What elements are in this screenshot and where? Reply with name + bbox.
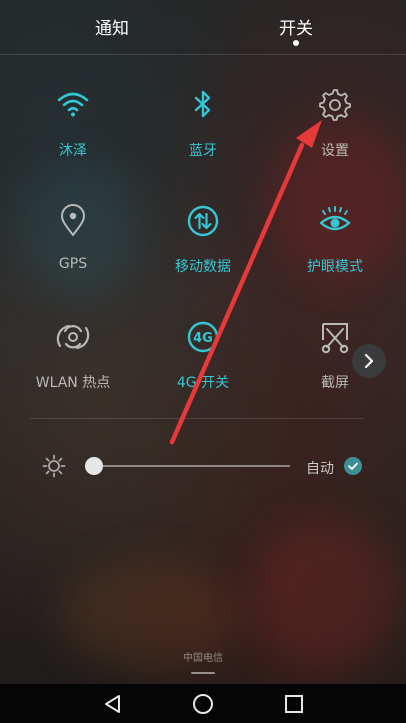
brightness-slider[interactable] xyxy=(94,465,290,467)
eye-icon xyxy=(319,206,351,231)
hotspot-icon xyxy=(56,324,90,350)
toggle-wifi[interactable]: 沐泽 xyxy=(13,88,133,178)
background-blob xyxy=(250,520,400,670)
active-tab-indicator xyxy=(293,40,299,46)
chevron-right-icon xyxy=(364,353,374,369)
brightness-icon xyxy=(42,454,66,478)
wifi-icon xyxy=(57,92,89,117)
brightness-slider-knob[interactable] xyxy=(85,457,103,475)
location-pin-icon xyxy=(61,204,85,236)
tab-notifications[interactable]: 通知 xyxy=(62,14,162,39)
bluetooth-icon xyxy=(194,90,211,118)
toggle-label: 设置 xyxy=(321,143,349,159)
toggle-bluetooth[interactable]: 蓝牙 xyxy=(143,88,263,178)
back-icon[interactable] xyxy=(102,693,124,715)
screenshot-icon xyxy=(321,323,349,354)
toggle-label: 蓝牙 xyxy=(189,143,217,159)
4g-icon: 4G xyxy=(187,321,219,353)
carrier-label: 中国电信 xyxy=(183,653,223,664)
tab-switches[interactable]: 开关 xyxy=(246,14,346,39)
auto-brightness-label: 自动 xyxy=(306,461,334,477)
recents-icon[interactable] xyxy=(283,693,305,715)
gear-icon xyxy=(319,89,351,121)
toggle-gps[interactable]: GPS xyxy=(13,204,133,294)
mobile-data-icon xyxy=(187,205,219,237)
toggle-label: 4G 开关 xyxy=(176,375,230,391)
navigation-bar xyxy=(0,684,406,723)
toggle-4g[interactable]: 4G 4G 开关 xyxy=(143,320,263,410)
toggle-label: 沐泽 xyxy=(59,143,87,159)
toggle-eye-comfort[interactable]: 护眼模式 xyxy=(275,204,395,294)
tab-bar: 通知 开关 xyxy=(0,0,406,55)
toggle-label: WLAN 热点 xyxy=(35,375,111,391)
toggle-label: GPS xyxy=(58,256,88,272)
next-page-button[interactable] xyxy=(352,344,386,378)
toggle-mobile-data[interactable]: 移动数据 xyxy=(143,204,263,294)
quick-settings-screen: 通知 开关 沐泽 蓝牙 设置 GPS 移动数据 护眼模式 WLAN 热点 4G … xyxy=(0,0,406,723)
toggle-label: 移动数据 xyxy=(175,259,231,275)
toggle-settings[interactable]: 设置 xyxy=(275,88,395,178)
home-icon[interactable] xyxy=(192,693,214,715)
4g-icon-text: 4G xyxy=(193,331,213,346)
toggle-wlan-hotspot[interactable]: WLAN 热点 xyxy=(13,320,133,410)
divider xyxy=(30,418,364,419)
drag-handle[interactable] xyxy=(191,672,215,674)
auto-brightness-checkbox[interactable] xyxy=(344,457,362,475)
toggle-label: 护眼模式 xyxy=(307,259,363,275)
